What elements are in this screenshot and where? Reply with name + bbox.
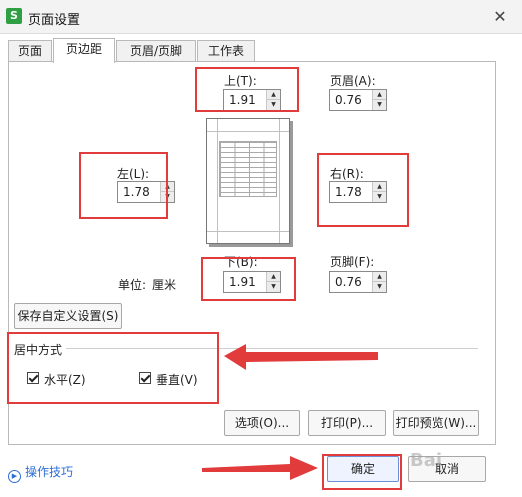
- arrow-to-center-group: [224, 344, 378, 370]
- arrow-to-ok-button: [202, 456, 318, 480]
- tab-margins[interactable]: 页边距: [53, 38, 115, 63]
- annotation-arrows: [202, 344, 378, 480]
